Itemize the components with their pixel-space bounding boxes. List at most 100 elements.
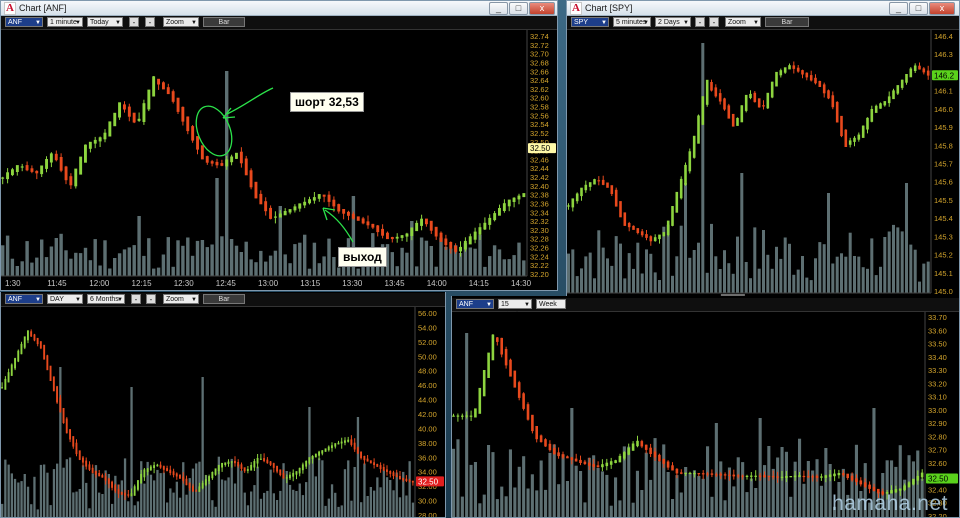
price-tick-label: 145.9 [934, 123, 953, 132]
candle-body [731, 113, 735, 127]
volume-bar [796, 269, 800, 293]
symbol-select[interactable]: ANF ▼ [456, 299, 494, 309]
candle-body [35, 170, 39, 174]
candle-body [584, 184, 588, 191]
interval-select[interactable]: DAY ▼ [47, 294, 83, 304]
anf-chart-window[interactable]: A Chart [ANF] _ □ x ANF ▼ 1 minute ▼ Today… [0, 0, 558, 291]
candle-body [353, 442, 356, 450]
zoom-out-button-2[interactable]: - [709, 17, 719, 27]
chevron-down-icon: ▼ [75, 20, 81, 26]
candle-body [33, 334, 36, 341]
zoom-out-button[interactable]: - [695, 17, 705, 27]
range-select[interactable]: Week [536, 299, 566, 309]
candle-body [369, 460, 372, 464]
range-select[interactable]: 2 Days ▼ [655, 17, 691, 27]
volume-bar [283, 254, 287, 276]
spy-chart-window[interactable]: A Chart [SPY] _ □ x SPY ▼ 5 minutes ▼ 2 Da… [566, 0, 960, 308]
volume-bar [229, 239, 234, 276]
candle-body [243, 467, 246, 472]
chart-type-button[interactable]: Bar [203, 294, 245, 304]
volume-bar [579, 471, 583, 517]
candle-body [361, 218, 365, 224]
candle-body [601, 464, 604, 468]
volume-bar [749, 478, 753, 517]
anf-daily-price-chart[interactable]: 56.00 54.00 52.00 50.00 48.00 46.00 44.00 42.00… [1, 307, 445, 517]
candle-body [246, 469, 249, 471]
price-tick-label: 42.00 [418, 410, 437, 419]
candle-body [504, 349, 508, 366]
candle-body [805, 72, 809, 78]
chart-type-button[interactable]: Bar [203, 17, 245, 27]
interval-select[interactable]: 15 minute▼ [498, 299, 532, 318]
candle-body [512, 197, 516, 202]
zoom-select[interactable]: Zoom ▼ [725, 17, 761, 27]
zoom-out-button-2[interactable]: - [145, 17, 155, 27]
zoom-out-button[interactable]: - [131, 294, 141, 304]
minimize-button[interactable]: _ [889, 2, 908, 15]
candle-body [913, 65, 917, 71]
candle-body [360, 451, 362, 459]
price-tick-label: 33.60 [928, 326, 947, 335]
volume-bar [627, 446, 631, 517]
volume-bar [288, 263, 292, 276]
maximize-button[interactable]: □ [509, 2, 528, 15]
volume-bar [56, 463, 59, 517]
close-button[interactable]: x [929, 2, 955, 15]
volume-bar [584, 256, 588, 293]
anf-price-chart[interactable]: 32.7432.7232.7032.6832.6632.6432.6232.60… [1, 30, 557, 290]
zoom-out-button[interactable]: - [129, 17, 139, 27]
anf-15min-price-chart[interactable]: 33.70 33.60 33.50 33.40 33.30 33.20 33.10 33.00… [452, 312, 959, 518]
candle-body [680, 472, 683, 474]
interval-select[interactable]: 1 minute ▼ [47, 17, 83, 27]
anf-window-titlebar[interactable]: A Chart [ANF] _ □ x [1, 1, 557, 16]
candle-body [259, 458, 262, 460]
range-select[interactable]: Today ▼ [87, 17, 123, 27]
price-tick-label: 32.66 [530, 67, 549, 76]
candle-body [539, 435, 543, 443]
volume-bar [727, 263, 731, 293]
range-select[interactable]: 6 Months ▼ [87, 294, 125, 304]
candle-body [763, 475, 766, 478]
volume-bar [522, 260, 526, 276]
volume-bar [208, 480, 211, 517]
close-button[interactable]: x [529, 2, 555, 15]
symbol-select[interactable]: ANF ▼ [5, 294, 43, 304]
spy-price-chart[interactable]: 146.4 146.3 146.2 146.1 146.0 145.9 145.8 145.7… [567, 30, 959, 307]
candle-body [653, 451, 657, 458]
volume-bar [500, 486, 504, 517]
interval-value: DAY [50, 296, 64, 303]
symbol-select[interactable]: ANF ▼ [5, 17, 43, 27]
spy-window-titlebar[interactable]: A Chart [SPY] _ □ x [567, 1, 959, 16]
candle-body [679, 178, 683, 199]
candle-body [793, 475, 797, 478]
minimize-button[interactable]: _ [489, 2, 508, 15]
volume-bar [870, 238, 874, 293]
volume-bar [766, 254, 770, 293]
volume-bar [619, 243, 622, 293]
volume-bar [814, 258, 817, 293]
candle-body [104, 476, 107, 481]
zoom-select[interactable]: Zoom ▼ [163, 17, 199, 27]
anf-15min-chart-window[interactable]: ANF ▼ 15 minute▼ Week 33.70 33.60 33.50 33.4… [451, 296, 960, 518]
volume-bar [108, 268, 112, 276]
anf-daily-chart-window[interactable]: ANF ▼ DAY ▼ 6 Months ▼ - - Zoom ▼ Bar 56.00 5… [0, 292, 446, 518]
candle-body [684, 472, 687, 474]
candle-body [79, 156, 83, 175]
candle-body [531, 414, 534, 432]
interval-select[interactable]: 5 minutes ▼ [613, 17, 651, 27]
candle-body [866, 117, 869, 130]
maximize-button[interactable]: □ [909, 2, 928, 15]
price-tick-label: 32.20 [530, 270, 549, 279]
candle-body [507, 199, 511, 207]
volume-bar [874, 275, 878, 293]
volume-bar [801, 256, 804, 293]
chevron-down-icon: ▼ [753, 20, 759, 26]
zoom-out-button-2[interactable]: - [146, 294, 156, 304]
volume-bar [169, 488, 172, 517]
symbol-select[interactable]: SPY ▼ [571, 17, 609, 27]
chart-type-button[interactable]: Bar [765, 17, 809, 27]
candle-body [249, 170, 253, 188]
volume-bar [153, 480, 156, 517]
candle-body [887, 96, 891, 104]
zoom-select[interactable]: Zoom ▼ [163, 294, 199, 304]
